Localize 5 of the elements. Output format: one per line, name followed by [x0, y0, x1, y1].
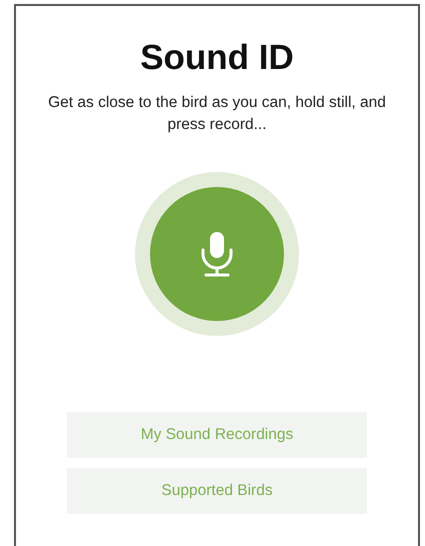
instruction-text: Get as close to the bird as you can, hold still, and press record...: [47, 93, 387, 135]
menu-button[interactable]: Supported Birds: [67, 468, 367, 514]
page-title: Sound ID: [140, 38, 294, 78]
menu-button[interactable]: My Sound Recordings: [67, 412, 367, 458]
microphone-icon: [200, 231, 234, 277]
